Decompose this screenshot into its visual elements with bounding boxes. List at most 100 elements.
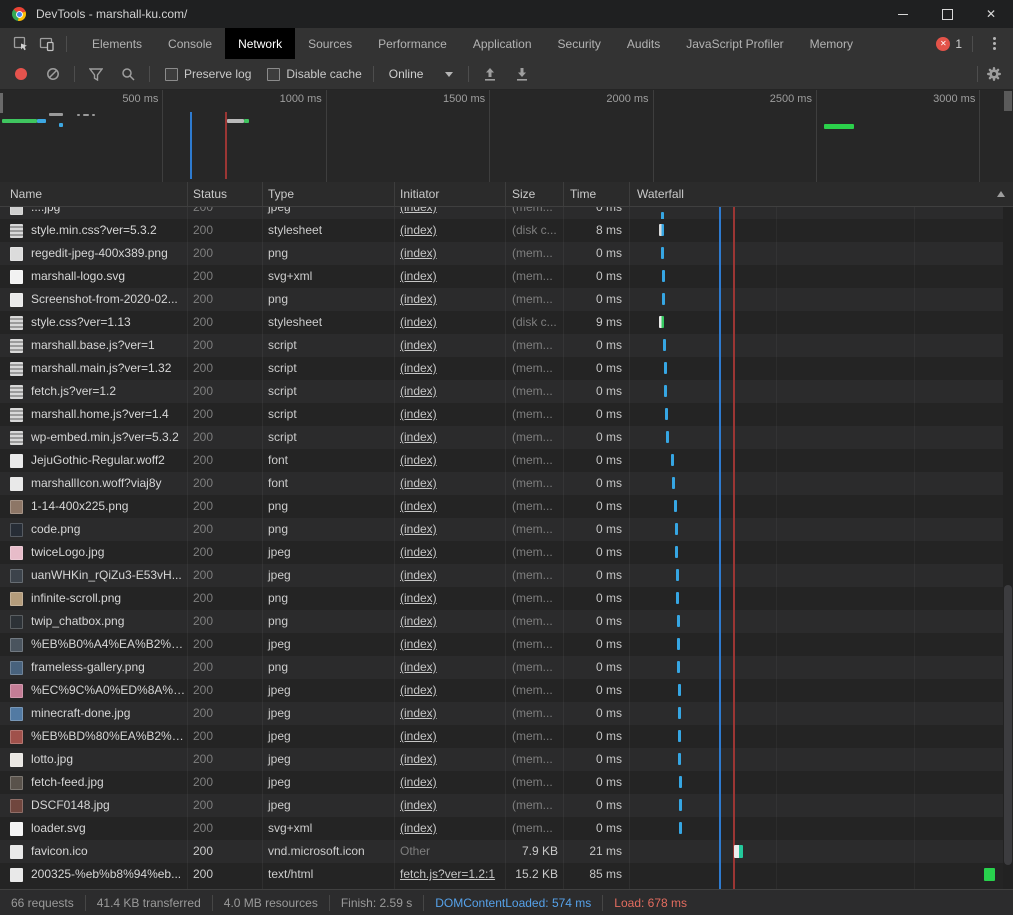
scrollbar-thumb[interactable] <box>1004 585 1012 865</box>
column-header-waterfall[interactable]: Waterfall <box>630 182 1013 206</box>
initiator-link[interactable]: (index) <box>400 292 437 306</box>
initiator-link[interactable]: (index) <box>400 660 437 674</box>
tab-audits[interactable]: Audits <box>614 28 673 59</box>
initiator-link[interactable]: (index) <box>400 338 437 352</box>
record-button[interactable] <box>8 61 34 87</box>
devtools-menu-button[interactable] <box>981 31 1007 57</box>
request-row[interactable]: twip_chatbox.png200png(index)(mem...0 ms <box>0 610 1003 633</box>
settings-button[interactable] <box>981 61 1007 87</box>
request-row[interactable]: marshallIcon.woff?viaj8y200font(index)(m… <box>0 472 1003 495</box>
initiator-link[interactable]: (index) <box>400 637 437 651</box>
overview-scrollbar[interactable] <box>1004 91 1012 111</box>
initiator-link[interactable]: (index) <box>400 430 437 444</box>
device-toolbar-button[interactable] <box>34 31 60 57</box>
request-row[interactable]: frameless-gallery.png200png(index)(mem..… <box>0 656 1003 679</box>
initiator-link[interactable]: (index) <box>400 207 437 214</box>
inspect-element-button[interactable] <box>8 31 34 57</box>
request-row[interactable]: marshall.base.js?ver=1200script(index)(m… <box>0 334 1003 357</box>
request-row[interactable]: 200325-%eb%b8%94%eb...200text/htmlfetch.… <box>0 863 1003 886</box>
tab-elements[interactable]: Elements <box>79 28 155 59</box>
disable-cache-checkbox[interactable] <box>267 68 280 81</box>
initiator-link[interactable]: (index) <box>400 315 437 329</box>
console-error-badge[interactable]: ✕ 1 <box>936 37 962 51</box>
request-row[interactable]: marshall-logo.svg200svg+xml(index)(mem..… <box>0 265 1003 288</box>
disable-cache-label[interactable]: Disable cache <box>286 67 361 81</box>
initiator-link[interactable]: (index) <box>400 384 437 398</box>
initiator-link[interactable]: (index) <box>400 522 437 536</box>
network-overview[interactable]: 500 ms1000 ms1500 ms2000 ms2500 ms3000 m… <box>0 90 1013 182</box>
initiator-link[interactable]: (index) <box>400 798 437 812</box>
request-row[interactable]: infinite-scroll.png200png(index)(mem...0… <box>0 587 1003 610</box>
initiator-link[interactable]: (index) <box>400 269 437 283</box>
request-row[interactable]: loader.svg200svg+xml(index)(mem...0 ms <box>0 817 1003 840</box>
initiator-link[interactable]: (index) <box>400 246 437 260</box>
request-row[interactable]: favicon.ico200vnd.microsoft.iconOther7.9… <box>0 840 1003 863</box>
close-button[interactable]: ✕ <box>969 0 1013 28</box>
tab-console[interactable]: Console <box>155 28 225 59</box>
tab-performance[interactable]: Performance <box>365 28 460 59</box>
request-row[interactable]: DSCF0148.jpg200jpeg(index)(mem...0 ms <box>0 794 1003 817</box>
clear-button[interactable] <box>40 61 66 87</box>
tab-sources[interactable]: Sources <box>295 28 365 59</box>
request-row[interactable]: style.min.css?ver=5.3.2200stylesheet(ind… <box>0 219 1003 242</box>
initiator-link[interactable]: fetch.js?ver=1.2:1 <box>400 867 495 881</box>
request-row[interactable]: JejuGothic-Regular.woff2200font(index)(m… <box>0 449 1003 472</box>
initiator-link[interactable]: (index) <box>400 476 437 490</box>
overview-left-handle[interactable] <box>0 93 3 113</box>
initiator-link[interactable]: (index) <box>400 223 437 237</box>
maximize-button[interactable] <box>925 0 969 28</box>
search-button[interactable] <box>115 61 141 87</box>
initiator-link[interactable]: (index) <box>400 453 437 467</box>
request-row[interactable]: %EC%9C%A0%ED%8A%9...200jpeg(index)(mem..… <box>0 679 1003 702</box>
request-row[interactable]: style.css?ver=1.13200stylesheet(index)(d… <box>0 311 1003 334</box>
request-row[interactable]: ....jpg200jpeg(index)(mem...0 ms <box>0 207 1003 219</box>
tab-network[interactable]: Network <box>225 28 295 59</box>
column-header-status[interactable]: Status <box>188 182 263 206</box>
table-scrollbar[interactable] <box>1003 207 1013 889</box>
tab-application[interactable]: Application <box>460 28 545 59</box>
initiator-link[interactable]: (index) <box>400 752 437 766</box>
tab-javascript-profiler[interactable]: JavaScript Profiler <box>673 28 796 59</box>
import-har-button[interactable] <box>477 61 503 87</box>
initiator-link[interactable]: (index) <box>400 499 437 513</box>
column-header-size[interactable]: Size <box>506 182 564 206</box>
request-row[interactable]: minecraft-done.jpg200jpeg(index)(mem...0… <box>0 702 1003 725</box>
column-header-type[interactable]: Type <box>263 182 395 206</box>
request-row[interactable]: uanWHKin_rQiZu3-E53vH...200jpeg(index)(m… <box>0 564 1003 587</box>
request-row[interactable]: code.png200png(index)(mem...0 ms <box>0 518 1003 541</box>
initiator-link[interactable]: (index) <box>400 407 437 421</box>
request-row[interactable]: lotto.jpg200jpeg(index)(mem...0 ms <box>0 748 1003 771</box>
initiator-link[interactable]: (index) <box>400 821 437 835</box>
preserve-log-label[interactable]: Preserve log <box>184 67 251 81</box>
request-row[interactable]: marshall.home.js?ver=1.4200script(index)… <box>0 403 1003 426</box>
request-row[interactable]: regedit-jpeg-400x389.png200png(index)(me… <box>0 242 1003 265</box>
column-header-time[interactable]: Time <box>564 182 630 206</box>
minimize-button[interactable] <box>881 0 925 28</box>
request-row[interactable]: twiceLogo.jpg200jpeg(index)(mem...0 ms <box>0 541 1003 564</box>
request-row[interactable]: fetch.js?ver=1.2200script(index)(mem...0… <box>0 380 1003 403</box>
tab-memory[interactable]: Memory <box>797 28 866 59</box>
filter-button[interactable] <box>83 61 109 87</box>
request-row[interactable]: Screenshot-from-2020-02...200png(index)(… <box>0 288 1003 311</box>
preserve-log-checkbox[interactable] <box>165 68 178 81</box>
initiator-link[interactable]: (index) <box>400 706 437 720</box>
throttling-select[interactable]: Online <box>389 67 454 81</box>
initiator-link[interactable]: (index) <box>400 729 437 743</box>
initiator-link[interactable]: (index) <box>400 361 437 375</box>
request-row[interactable]: wp-embed.min.js?ver=5.3.2200script(index… <box>0 426 1003 449</box>
request-row[interactable]: %EB%B0%A4%EA%B2%8C...200jpeg(index)(mem.… <box>0 633 1003 656</box>
export-har-button[interactable] <box>509 61 535 87</box>
column-header-name[interactable]: Name <box>0 182 188 206</box>
request-row[interactable]: marshall.main.js?ver=1.32200script(index… <box>0 357 1003 380</box>
initiator-link[interactable]: (index) <box>400 568 437 582</box>
request-row[interactable]: %EB%BD%80%EA%B2%8C...200jpeg(index)(mem.… <box>0 725 1003 748</box>
column-header-initiator[interactable]: Initiator <box>395 182 506 206</box>
initiator-link[interactable]: (index) <box>400 591 437 605</box>
initiator-link[interactable]: (index) <box>400 545 437 559</box>
request-row[interactable]: 1-14-400x225.png200png(index)(mem...0 ms <box>0 495 1003 518</box>
tab-security[interactable]: Security <box>545 28 614 59</box>
request-row[interactable]: fetch-feed.jpg200jpeg(index)(mem...0 ms <box>0 771 1003 794</box>
initiator-link[interactable]: (index) <box>400 683 437 697</box>
initiator-link[interactable]: (index) <box>400 614 437 628</box>
initiator-link[interactable]: (index) <box>400 775 437 789</box>
